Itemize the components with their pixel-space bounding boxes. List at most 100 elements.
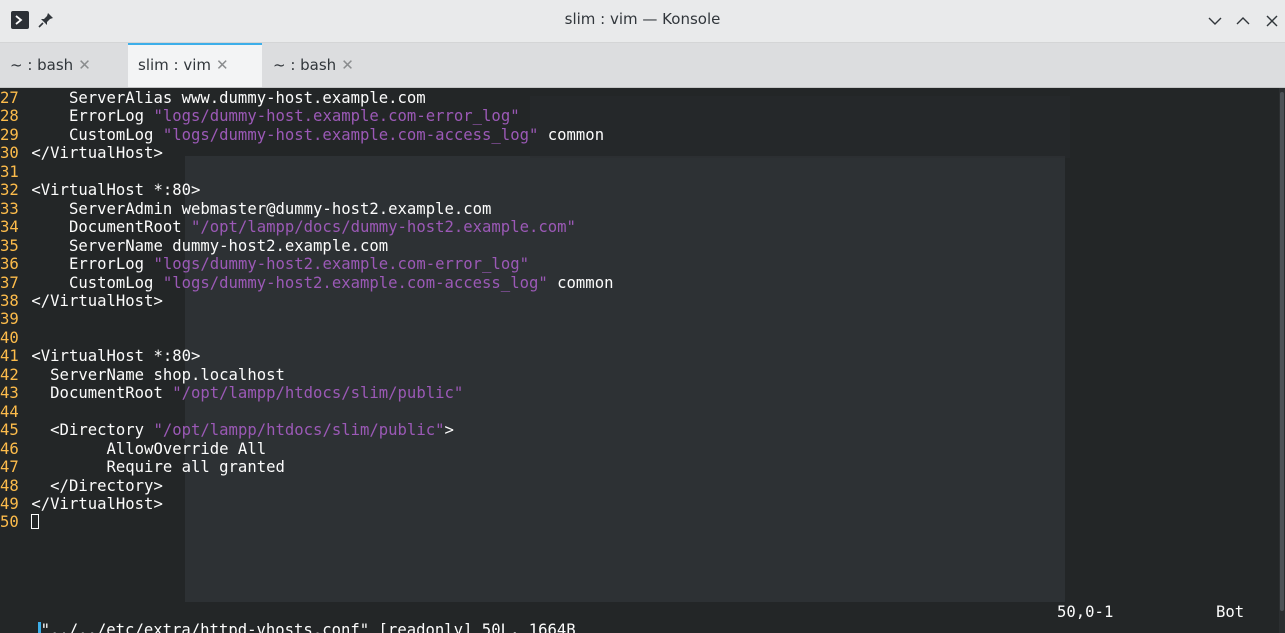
code-line: 32 <VirtualHost *:80> [0,181,1270,199]
close-icon [1266,15,1278,27]
code-line: 43 DocumentRoot "/opt/lampp/htdocs/slim/… [0,384,1270,402]
code-line: 46 AllowOverride All [0,440,1270,458]
tab-slim-vim[interactable]: slim : vim ✕ [128,43,262,87]
code-text: ErrorLog [31,255,154,274]
tab-bar: ~ : bash ✕ slim : vim ✕ ~ : bash ✕ [0,43,1285,88]
code-text: > [444,421,454,440]
maximize-button[interactable] [1235,13,1251,29]
code-line: 30 </VirtualHost> [0,144,1270,162]
code-text: ErrorLog [31,107,154,126]
vim-status-line: "../../etc/extra/httpd-vhosts.conf" [rea… [0,603,1270,633]
line-number: 40 [0,328,19,347]
line-number: 46 [0,439,19,458]
line-number: 47 [0,458,19,477]
code-text: DocumentRoot [31,218,191,237]
window-title: slim : vim — Konsole [564,10,721,28]
line-number: 49 [0,494,19,513]
cursor-position: 50,0-1 [1057,603,1114,621]
code-text: </VirtualHost> [31,291,163,310]
code-line: 40 [0,329,1270,347]
code-line: 41 <VirtualHost *:80> [0,347,1270,365]
tab-bash-1[interactable]: ~ : bash ✕ [0,43,127,87]
code-line: 45 <Directory "/opt/lampp/htdocs/slim/pu… [0,421,1270,439]
code-text: ServerAlias www.dummy-host.example.com [31,89,426,107]
code-text: ServerAdmin webmaster@dummy-host2.exampl… [31,199,492,218]
line-number: 43 [0,384,19,403]
code-line: 37 CustomLog "logs/dummy-host2.example.c… [0,274,1270,292]
code-line: 44 [0,403,1270,421]
line-number: 34 [0,218,19,237]
code-line: 39 [0,310,1270,328]
line-number: 44 [0,402,19,421]
line-number: 32 [0,181,19,200]
code-line: 48 </Directory> [0,477,1270,495]
code-string: "logs/dummy-host.example.com-access_log" [162,125,539,144]
close-button[interactable] [1264,13,1280,29]
line-number: 29 [0,125,19,144]
line-number: 36 [0,255,19,274]
code-text: Require all granted [31,458,285,477]
tab-close-icon[interactable]: ✕ [78,56,91,74]
code-text: </Directory> [31,476,163,495]
line-number: 33 [0,199,19,218]
line-number: 41 [0,347,19,366]
line-number: 37 [0,273,19,292]
tab-label: ~ : bash [10,56,74,74]
line-number: 39 [0,310,19,329]
code-line: 34 DocumentRoot "/opt/lampp/docs/dummy-h… [0,218,1270,236]
code-line: 31 [0,163,1270,181]
status-message: "../../etc/extra/httpd-vhosts.conf" [rea… [40,621,576,633]
code-text: AllowOverride All [31,439,267,458]
code-line: 28 ErrorLog "logs/dummy-host.example.com… [0,107,1270,125]
code-text: <Directory [31,421,154,440]
code-line: 35 ServerName dummy-host2.example.com [0,237,1270,255]
terminal-view[interactable]: 27 ServerAlias www.dummy-host.example.co… [0,88,1285,633]
code-text: </VirtualHost> [31,144,163,163]
line-number: 45 [0,421,19,440]
tab-close-icon[interactable]: ✕ [216,56,229,74]
code-text: ServerName dummy-host2.example.com [31,236,389,255]
code-string: "/opt/lampp/htdocs/slim/public" [153,421,445,440]
code-text: </VirtualHost> [31,494,163,513]
code-string: "logs/dummy-host2.example.com-access_log… [162,273,548,292]
scroll-position: Bot [1216,603,1245,621]
tab-close-icon[interactable]: ✕ [341,56,354,74]
line-number: 35 [0,236,19,255]
code-text: <VirtualHost *:80> [31,347,201,366]
code-string: "/opt/lampp/htdocs/slim/public" [172,384,464,403]
line-number: 28 [0,107,19,126]
code-line: 33 ServerAdmin webmaster@dummy-host2.exa… [0,200,1270,218]
scrollbar-thumb[interactable] [1280,92,1284,611]
line-number: 27 [0,89,19,107]
code-text: DocumentRoot [31,384,173,403]
code-text: CustomLog [31,273,163,292]
code-text: common [547,273,614,292]
minimize-button[interactable] [1207,13,1223,29]
code-string: "logs/dummy-host2.example.com-error_log" [153,255,529,274]
line-number: 38 [0,291,19,310]
code-line: 47 Require all granted [0,458,1270,476]
tab-label: ~ : bash [273,56,337,74]
chevron-up-icon [1236,17,1250,25]
code-line: 50 [0,513,1270,531]
tab-bash-2[interactable]: ~ : bash ✕ [263,43,384,87]
code-line: 38 </VirtualHost> [0,292,1270,310]
code-text: ServerName shop.localhost [31,365,285,384]
code-text: <VirtualHost *:80> [31,181,201,200]
code-text: common [538,125,605,144]
title-bar[interactable]: slim : vim — Konsole [0,0,1285,43]
line-number: 50 [0,513,19,532]
code-line: 49 </VirtualHost> [0,495,1270,513]
text-cursor [31,514,40,530]
code-line: 42 ServerName shop.localhost [0,366,1270,384]
code-string: "/opt/lampp/docs/dummy-host2.example.com… [191,218,576,237]
code-text: CustomLog [31,125,163,144]
tab-label: slim : vim [138,56,212,74]
vim-buffer[interactable]: 27 ServerAlias www.dummy-host.example.co… [0,89,1270,532]
chevron-down-icon [1208,17,1222,25]
line-number: 42 [0,365,19,384]
scrollbar[interactable] [1279,88,1285,633]
line-number: 31 [0,162,19,181]
line-number: 30 [0,144,19,163]
code-line: 36 ErrorLog "logs/dummy-host2.example.co… [0,255,1270,273]
